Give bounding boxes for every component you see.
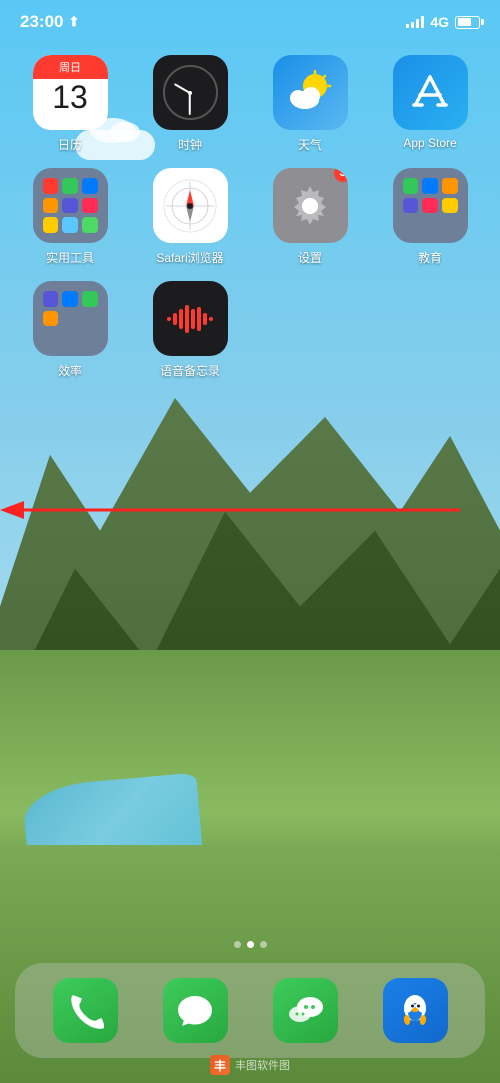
page-dot-2-active	[247, 941, 254, 948]
battery-fill	[458, 18, 471, 26]
mini-app-4	[43, 198, 59, 214]
page-dots	[0, 941, 500, 948]
mini-app-1	[43, 178, 59, 194]
mini-app-2	[62, 178, 78, 194]
app-education[interactable]: 教育	[375, 168, 485, 266]
app-appstore[interactable]: App Store	[375, 55, 485, 153]
dock-phone[interactable]	[53, 978, 118, 1043]
calendar-date: 13	[52, 81, 88, 113]
edu-mini-4	[403, 198, 419, 214]
mini-app-6	[82, 198, 98, 214]
mini-app-5	[62, 198, 78, 214]
edu-mini-5	[422, 198, 438, 214]
wechat-icon[interactable]	[273, 978, 338, 1043]
mini-app-3	[82, 178, 98, 194]
battery-icon	[455, 16, 480, 29]
edu-mini-2	[422, 178, 438, 194]
settings-label: 设置	[298, 249, 322, 266]
voicememo-svg	[165, 299, 215, 339]
clock-label: 时钟	[178, 136, 202, 153]
mini-app-7	[43, 217, 59, 233]
page-dot-3	[260, 941, 267, 948]
app-voicememo[interactable]: 语音备忘录	[135, 281, 245, 379]
messages-icon[interactable]	[163, 978, 228, 1043]
wechat-svg	[284, 992, 326, 1030]
qq-svg	[394, 990, 436, 1032]
signal-bar-3	[416, 19, 419, 28]
dock-messages[interactable]	[163, 978, 228, 1043]
app-utility[interactable]: 实用工具	[15, 168, 125, 266]
weather-label: 天气	[298, 136, 322, 153]
qq-icon[interactable]	[383, 978, 448, 1043]
eff-mini-4	[43, 311, 59, 327]
appstore-label: App Store	[403, 136, 456, 150]
watermark-text: 丰图软件图	[235, 1057, 290, 1073]
time-display: 23:00	[20, 12, 63, 32]
edu-mini-3	[442, 178, 458, 194]
signal-bar-1	[406, 24, 409, 28]
signal-bar-2	[411, 22, 414, 28]
safari-icon[interactable]	[153, 168, 228, 243]
minute-hand	[189, 93, 191, 115]
phone-svg	[66, 992, 104, 1030]
mini-app-9	[82, 217, 98, 233]
dock-qq[interactable]	[383, 978, 448, 1043]
education-label: 教育	[418, 249, 442, 266]
settings-badge: 3	[334, 168, 348, 182]
status-right: 4G	[406, 14, 480, 30]
efficiency-label: 效率	[58, 362, 82, 379]
eff-mini-2	[62, 291, 78, 307]
dock-wechat[interactable]	[273, 978, 338, 1043]
safari-label: Safari浏览器	[156, 249, 223, 266]
edu-mini-6	[442, 198, 458, 214]
clock-center	[188, 91, 192, 95]
settings-icon[interactable]: 3	[273, 168, 348, 243]
clock-icon[interactable]	[153, 55, 228, 130]
voicememo-label: 语音备忘录	[160, 362, 220, 379]
calendar-label: 日历	[58, 136, 82, 153]
appstore-svg	[406, 69, 454, 117]
app-calendar[interactable]: 周日 13 日历	[15, 55, 125, 153]
status-time: 23:00 ⬆	[20, 12, 79, 32]
status-bar: 23:00 ⬆ 4G	[0, 0, 500, 44]
edu-mini-1	[403, 178, 419, 194]
app-clock[interactable]: 时钟	[135, 55, 245, 153]
settings-svg	[286, 182, 334, 230]
mini-app-8	[62, 217, 78, 233]
messages-svg	[175, 991, 215, 1031]
calendar-icon[interactable]: 周日 13	[33, 55, 108, 130]
weather-icon[interactable]	[273, 55, 348, 130]
utility-icon[interactable]	[33, 168, 108, 243]
app-weather[interactable]: 天气	[255, 55, 365, 153]
app-efficiency[interactable]: 效率	[15, 281, 125, 379]
clock-face	[163, 65, 218, 120]
app-safari[interactable]: Safari浏览器	[135, 168, 245, 266]
app-grid: 周日 13 日历 时钟	[15, 55, 485, 379]
page-dot-1	[234, 941, 241, 948]
eff-mini-1	[43, 291, 59, 307]
calendar-day: 周日	[33, 55, 108, 79]
watermark: 丰 丰图软件图	[210, 1055, 290, 1075]
signal-bars	[406, 16, 424, 28]
weather-svg	[283, 68, 338, 118]
dock	[15, 963, 485, 1058]
watermark-logo: 丰	[210, 1055, 230, 1075]
safari-svg	[160, 176, 220, 236]
signal-bar-4	[421, 16, 424, 28]
efficiency-icon[interactable]	[33, 281, 108, 356]
utility-label: 实用工具	[46, 249, 94, 266]
education-icon[interactable]	[393, 168, 468, 243]
location-icon: ⬆	[68, 14, 79, 30]
appstore-icon[interactable]	[393, 55, 468, 130]
voicememo-icon[interactable]	[153, 281, 228, 356]
phone-icon[interactable]	[53, 978, 118, 1043]
eff-mini-3	[82, 291, 98, 307]
app-settings[interactable]: 3 设置	[255, 168, 365, 266]
network-type: 4G	[430, 14, 449, 30]
